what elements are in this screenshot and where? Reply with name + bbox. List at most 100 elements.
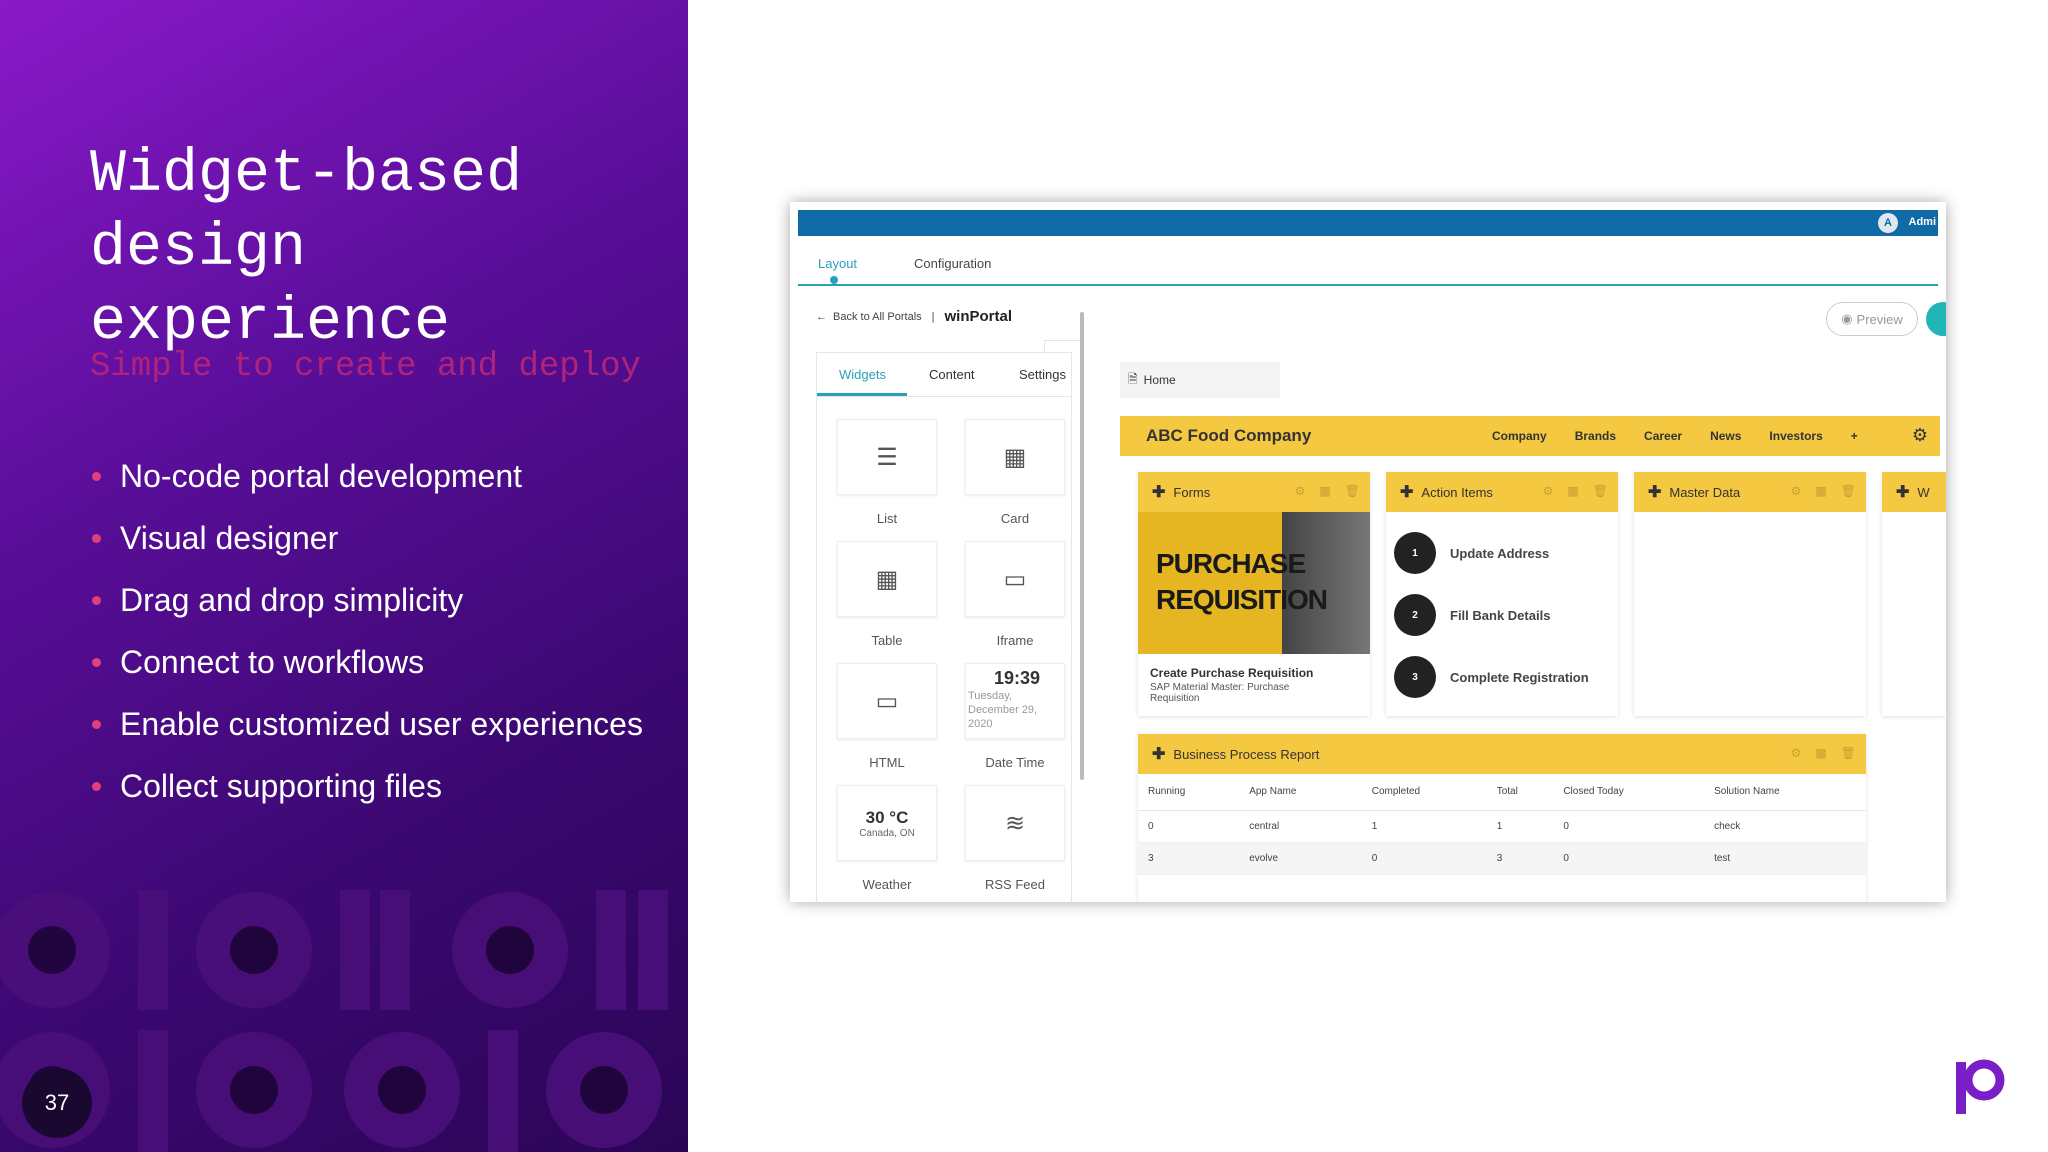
- datetime-icon: 19:39 Tuesday, December 29, 2020: [965, 663, 1065, 739]
- nav-brands[interactable]: Brands: [1575, 429, 1616, 443]
- main-tabs: Layout Configuration: [798, 236, 1938, 286]
- widget-html[interactable]: ▭ HTML: [837, 663, 937, 770]
- bullet-dot-icon: [92, 472, 101, 481]
- purchase-title[interactable]: Create Purchase Requisition: [1138, 654, 1370, 680]
- delete-icon[interactable]: 🗑: [1345, 484, 1360, 498]
- nav-career[interactable]: Career: [1644, 429, 1682, 443]
- move-icon[interactable]: ✚: [1152, 744, 1165, 764]
- bullet-item: Enable customized user experiences: [90, 704, 650, 745]
- company-nav: Company Brands Career News Investors +: [1492, 429, 1858, 443]
- delete-icon[interactable]: 🗑: [1593, 484, 1608, 498]
- action-items-card: ✚ Action Items ⚙ ▩ 🗑 1 Update Address 2 …: [1386, 472, 1618, 716]
- bullet-item: Drag and drop simplicity: [90, 580, 650, 621]
- preview-button[interactable]: ◉ Preview: [1826, 302, 1918, 336]
- table-header-row: Running App Name Completed Total Closed …: [1138, 774, 1866, 811]
- copy-icon[interactable]: ▩: [1815, 484, 1826, 498]
- purchase-requisition-image: PURCHASE REQUISITION: [1138, 512, 1370, 654]
- tab-content[interactable]: Content: [929, 367, 975, 382]
- copy-icon[interactable]: ▩: [1319, 484, 1330, 498]
- list-item[interactable]: 2 Fill Bank Details: [1394, 584, 1610, 646]
- widget-list[interactable]: ☰ List: [837, 419, 937, 526]
- delete-icon[interactable]: 🗑: [1841, 484, 1856, 498]
- move-icon[interactable]: ✚: [1648, 482, 1661, 502]
- bullet-list: No-code portal development Visual design…: [90, 456, 650, 828]
- purchase-subtitle: SAP Material Master: Purchase Requisition: [1150, 682, 1290, 704]
- nav-investors[interactable]: Investors: [1769, 429, 1822, 443]
- app-topbar: A Admi: [798, 210, 1938, 236]
- move-icon[interactable]: ✚: [1400, 482, 1413, 502]
- gear-icon[interactable]: ⚙: [1912, 425, 1928, 446]
- card-header: ✚ Forms ⚙ ▩ 🗑: [1138, 472, 1370, 512]
- breadcrumb: ← Back to All Portals | winPortal: [816, 308, 1012, 325]
- move-icon[interactable]: ✚: [1896, 482, 1909, 502]
- card-header: ✚ Master Data ⚙ ▩ 🗑: [1634, 472, 1866, 512]
- portal-name: winPortal: [944, 308, 1013, 325]
- bullet-dot-icon: [92, 534, 101, 543]
- settings-icon[interactable]: ⚙: [1791, 484, 1802, 498]
- company-logo-icon: [1956, 1059, 2005, 1114]
- list-item[interactable]: 3 Complete Registration: [1394, 646, 1610, 708]
- nav-news[interactable]: News: [1710, 429, 1741, 443]
- widget-table[interactable]: ▦ Table: [837, 541, 937, 648]
- bullet-item: Visual designer: [90, 518, 650, 559]
- nav-company[interactable]: Company: [1492, 429, 1547, 443]
- widget-datetime[interactable]: 19:39 Tuesday, December 29, 2020 Date Ti…: [965, 663, 1065, 770]
- widget-rss[interactable]: ≋ RSS Feed: [965, 785, 1065, 892]
- table-icon: ▦: [837, 541, 937, 617]
- forms-card: ✚ Forms ⚙ ▩ 🗑 PURCHASE REQUISITION Create…: [1138, 472, 1370, 716]
- widget-weather[interactable]: 30 °C Canada, ON Weather: [837, 785, 937, 892]
- html-icon: ▭: [837, 663, 937, 739]
- bullet-dot-icon: [92, 658, 101, 667]
- list-icon: ☰: [837, 419, 937, 495]
- slide-subtitle: Simple to create and deploy: [90, 348, 641, 386]
- rss-icon: ≋: [965, 785, 1065, 861]
- nav-add[interactable]: +: [1851, 429, 1858, 443]
- tab-layout[interactable]: Layout: [818, 256, 857, 284]
- delete-icon[interactable]: 🗑: [1841, 746, 1856, 760]
- app-screenshot: A Admi Layout Configuration ← Back to Al…: [790, 202, 1946, 902]
- tab-widgets[interactable]: Widgets: [839, 367, 886, 382]
- report-table: Running App Name Completed Total Closed …: [1138, 774, 1866, 875]
- page-number: 37: [22, 1068, 92, 1138]
- copy-icon[interactable]: ▩: [1567, 484, 1578, 498]
- overflow-card: ✚ W: [1882, 472, 1946, 716]
- back-arrow-icon[interactable]: ←: [816, 311, 827, 323]
- action-list: 1 Update Address 2 Fill Bank Details 3 C…: [1386, 512, 1618, 718]
- bullet-item: Collect supporting files: [90, 766, 650, 807]
- breadcrumb-separator: |: [931, 310, 935, 323]
- publish-button[interactable]: [1926, 302, 1946, 336]
- page-tab-home[interactable]: 🗎 Home: [1120, 362, 1280, 398]
- panel-scrollbar[interactable]: [1080, 312, 1084, 780]
- card-icon: ▦: [965, 419, 1065, 495]
- widget-card[interactable]: ▦ Card: [965, 419, 1065, 526]
- bullet-item: Connect to workflows: [90, 642, 650, 683]
- bullet-dot-icon: [92, 782, 101, 791]
- move-icon[interactable]: ✚: [1152, 482, 1165, 502]
- tab-configuration[interactable]: Configuration: [914, 256, 991, 271]
- bullet-item: No-code portal development: [90, 456, 650, 497]
- user-avatar[interactable]: A: [1878, 213, 1898, 233]
- company-header: ABC Food Company Company Brands Career N…: [1120, 416, 1940, 456]
- list-item[interactable]: 1 Update Address: [1394, 522, 1610, 584]
- settings-icon[interactable]: ⚙: [1791, 746, 1802, 760]
- card-header: ✚ W: [1882, 472, 1946, 512]
- weather-icon: 30 °C Canada, ON: [837, 785, 937, 861]
- widget-tabs: Widgets Content Settings: [817, 353, 1071, 397]
- iframe-icon: ▭: [965, 541, 1065, 617]
- left-panel: Widget-based design experience Simple to…: [0, 0, 688, 1152]
- active-tab-indicator: [817, 393, 907, 396]
- tab-settings[interactable]: Settings: [1019, 367, 1066, 382]
- settings-icon[interactable]: ⚙: [1543, 484, 1554, 498]
- copy-icon[interactable]: ▩: [1815, 746, 1826, 760]
- card-header: ✚ Business Process Report ⚙ ▩ 🗑: [1138, 734, 1866, 774]
- widget-iframe[interactable]: ▭ Iframe: [965, 541, 1065, 648]
- master-data-card: ✚ Master Data ⚙ ▩ 🗑: [1634, 472, 1866, 716]
- back-link[interactable]: Back to All Portals: [833, 311, 922, 323]
- page-icon: 🗎: [1128, 371, 1138, 386]
- settings-icon[interactable]: ⚙: [1295, 484, 1306, 498]
- company-name: ABC Food Company: [1146, 426, 1312, 445]
- table-row[interactable]: 3 evolve 0 3 0 test: [1138, 842, 1866, 875]
- user-name[interactable]: Admi: [1909, 216, 1937, 228]
- business-process-report-card: ✚ Business Process Report ⚙ ▩ 🗑 Running …: [1138, 734, 1866, 902]
- table-row[interactable]: 0 central 1 1 0 check: [1138, 810, 1866, 843]
